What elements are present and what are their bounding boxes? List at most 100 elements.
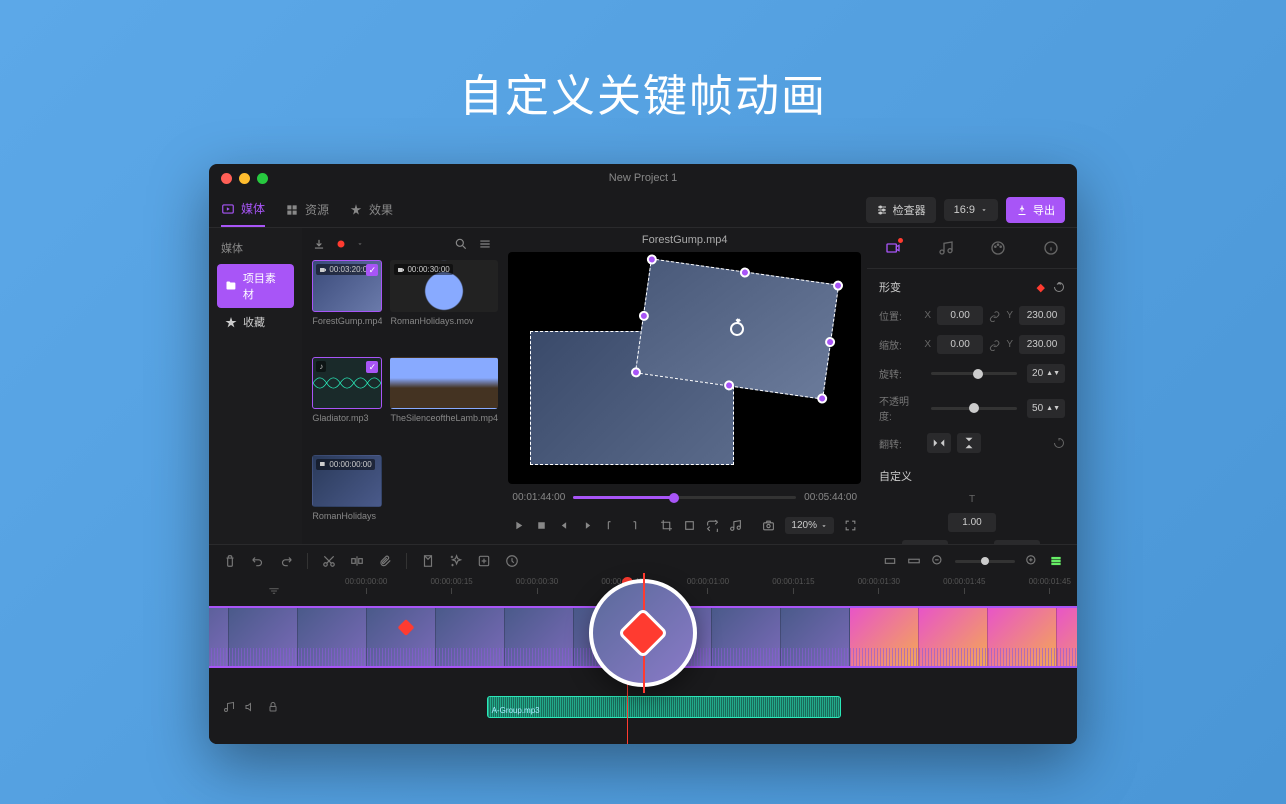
record-icon[interactable] xyxy=(334,237,348,251)
transform-handle[interactable] xyxy=(833,280,844,291)
play-icon[interactable] xyxy=(512,519,525,532)
export-button[interactable]: 导出 xyxy=(1006,197,1065,223)
rotation-value[interactable]: 20▲▼ xyxy=(1027,364,1065,383)
link-icon[interactable] xyxy=(989,339,1000,351)
attach-icon[interactable] xyxy=(378,554,392,568)
list-view-icon[interactable] xyxy=(478,237,492,251)
fit-icon[interactable] xyxy=(883,554,897,568)
transform-handle[interactable] xyxy=(647,253,658,264)
cut-icon[interactable] xyxy=(322,554,336,568)
time-slider[interactable] xyxy=(573,496,796,499)
media-item[interactable]: 00:00:00:00 RomanHolidays xyxy=(312,455,382,544)
speed-icon[interactable] xyxy=(505,554,519,568)
search-icon[interactable] xyxy=(454,237,468,251)
undo-icon[interactable] xyxy=(251,554,265,568)
zoom-level[interactable]: 120% xyxy=(785,517,834,534)
magic-icon[interactable] xyxy=(449,554,463,568)
inspector-tab-audio[interactable] xyxy=(934,236,958,260)
zoom-out-icon[interactable] xyxy=(931,554,945,568)
opacity-value[interactable]: 50▲▼ xyxy=(1027,399,1065,418)
reset-icon[interactable] xyxy=(1053,281,1065,293)
position-y-input[interactable] xyxy=(1019,306,1065,325)
zoom-slider[interactable] xyxy=(955,560,1015,563)
snapshot-icon[interactable] xyxy=(762,519,775,532)
keyframe-diamond-icon[interactable]: ◆ xyxy=(1037,281,1045,294)
media-name: ForestGump.mp4 xyxy=(312,316,382,326)
preview-panel: ForestGump.mp4 00:01:44:00 xyxy=(502,228,867,544)
inspector-tab-color[interactable] xyxy=(986,236,1010,260)
chevron-down-icon xyxy=(820,522,828,530)
transform-handle[interactable] xyxy=(817,392,828,403)
preview-canvas[interactable] xyxy=(508,252,861,484)
lock-icon[interactable] xyxy=(267,701,279,713)
audio-icon[interactable] xyxy=(729,519,742,532)
inspector-toggle-button[interactable]: 检查器 xyxy=(866,197,936,223)
hero-title: 自定义关键帧动画 xyxy=(459,60,827,124)
snap-icon[interactable] xyxy=(907,554,921,568)
opacity-slider[interactable] xyxy=(931,407,1017,410)
video-icon xyxy=(319,460,327,468)
audio-clip[interactable]: A-Group.mp3 xyxy=(487,696,841,718)
media-toolbar xyxy=(302,228,502,260)
transform-handle[interactable] xyxy=(825,336,836,347)
delete-icon[interactable] xyxy=(223,554,237,568)
timeline-ruler[interactable]: 00:00:00:0000:00:00:1500:00:00:3000:00:0… xyxy=(339,577,1077,605)
close-button[interactable] xyxy=(221,173,232,184)
next-frame-icon[interactable] xyxy=(581,519,594,532)
marker-icon[interactable] xyxy=(421,554,435,568)
tab-effect[interactable]: 效果 xyxy=(349,192,393,227)
position-x-input[interactable] xyxy=(937,306,983,325)
effect-icon xyxy=(349,203,363,217)
minimize-button[interactable] xyxy=(239,173,250,184)
link-icon[interactable] xyxy=(989,310,1000,322)
inspector-row-rotation: 旋转: 20▲▼ xyxy=(867,359,1077,388)
tab-resource-label: 资源 xyxy=(305,201,329,218)
aspect-ratio-button[interactable]: 16:9 xyxy=(944,199,998,221)
tab-resource[interactable]: 资源 xyxy=(285,192,329,227)
chevron-down-icon[interactable] xyxy=(356,240,364,248)
music-icon[interactable] xyxy=(223,701,235,713)
loop-icon[interactable] xyxy=(706,519,719,532)
redo-icon[interactable] xyxy=(279,554,293,568)
transform-handle[interactable] xyxy=(740,266,751,277)
flip-h-button[interactable] xyxy=(927,433,951,453)
audio-track[interactable]: A-Group.mp3 xyxy=(339,693,1077,721)
filter-icon[interactable] xyxy=(267,584,281,598)
reset-icon[interactable] xyxy=(1053,437,1065,449)
mark-out-icon[interactable] xyxy=(627,519,640,532)
sidebar-item-favorites[interactable]: 收藏 xyxy=(217,308,294,336)
track-view-icon[interactable] xyxy=(1049,554,1063,568)
transform-icon[interactable] xyxy=(683,519,696,532)
split-icon[interactable] xyxy=(350,554,364,568)
prev-frame-icon[interactable] xyxy=(558,519,571,532)
sidebar-item-label: 收藏 xyxy=(243,314,265,330)
rotate-handle-icon[interactable] xyxy=(724,315,751,342)
media-grid: 00:03:20:00 ✓ ForestGump.mp4 00:00:30:00… xyxy=(302,260,502,544)
inspector-tab-video[interactable] xyxy=(881,236,905,260)
transform-handle[interactable] xyxy=(639,310,650,321)
flip-v-button[interactable] xyxy=(957,433,981,453)
crop-icon[interactable] xyxy=(660,519,673,532)
fullscreen-icon[interactable] xyxy=(844,519,857,532)
maximize-button[interactable] xyxy=(257,173,268,184)
palette-icon xyxy=(990,240,1006,256)
mark-in-icon[interactable] xyxy=(604,519,617,532)
zoom-in-icon[interactable] xyxy=(1025,554,1039,568)
y-label: Y xyxy=(1006,339,1013,350)
scale-y-input[interactable] xyxy=(1019,335,1065,354)
sidebar-item-project[interactable]: 项目素材 xyxy=(217,264,294,308)
t-input[interactable] xyxy=(948,513,996,532)
stop-icon[interactable] xyxy=(535,519,548,532)
tab-media[interactable]: 媒体 xyxy=(221,192,265,227)
mute-icon[interactable] xyxy=(245,701,257,713)
import-icon[interactable] xyxy=(312,237,326,251)
media-item[interactable]: 00:03:20:00 ✓ ForestGump.mp4 xyxy=(312,260,382,349)
inspector-tab-info[interactable] xyxy=(1039,236,1063,260)
media-item[interactable]: ♪ ✓ Gladiator.mp3 xyxy=(312,357,382,446)
export-clip-icon[interactable] xyxy=(477,554,491,568)
scale-x-input[interactable] xyxy=(937,335,983,354)
main-tabs: 媒体 资源 效果 xyxy=(221,192,393,227)
media-item[interactable]: 00:00:30:00 RomanHolidays.mov xyxy=(390,260,498,349)
rotation-slider[interactable] xyxy=(931,372,1017,375)
media-item[interactable]: TheSilenceoftheLamb.mp4 xyxy=(390,357,498,446)
